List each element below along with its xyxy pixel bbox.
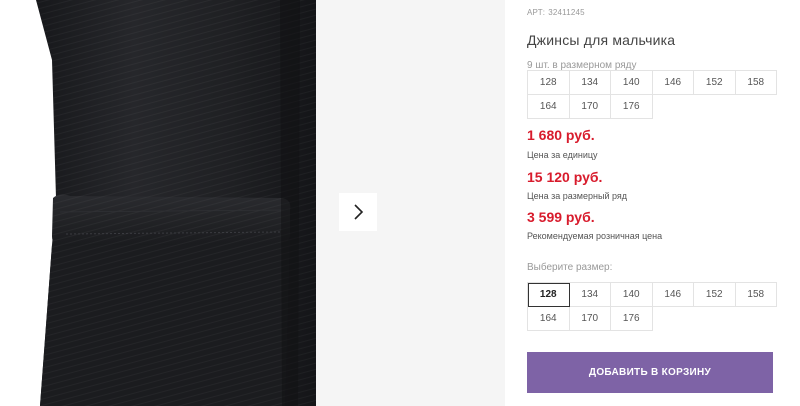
size-option[interactable]: 140 — [611, 283, 653, 307]
size-option[interactable]: 170 — [569, 307, 611, 331]
size-range-cell: 146 — [652, 71, 694, 95]
size-range-cell: 164 — [528, 95, 570, 119]
size-range-cell: 134 — [569, 71, 611, 95]
size-range-cell: 152 — [694, 71, 736, 95]
size-option[interactable]: 176 — [611, 307, 653, 331]
size-range-cell: 158 — [735, 71, 777, 95]
size-range-grid: 128 134 140 146 152 158 164 170 176 — [527, 70, 777, 119]
size-selector: 128 134 140 146 152 158 164 170 176 — [527, 282, 777, 331]
retail-price: 3 599 руб. — [527, 209, 595, 225]
choose-size-label: Выберите размер: — [527, 262, 613, 273]
retail-price-caption: Рекомендуемая розничная цена — [527, 231, 663, 241]
size-range-cell: 176 — [611, 95, 653, 119]
unit-price: 1 680 руб. — [527, 127, 595, 143]
article-value: 32411245 — [548, 8, 585, 17]
size-option[interactable]: 152 — [694, 283, 736, 307]
size-range-cell: 170 — [569, 95, 611, 119]
size-option[interactable]: 128 — [528, 283, 570, 307]
range-price: 15 120 руб. — [527, 169, 603, 185]
product-title: Джинсы для мальчика — [527, 32, 676, 48]
product-photo — [0, 0, 316, 406]
size-option[interactable]: 134 — [569, 283, 611, 307]
size-option[interactable]: 164 — [528, 307, 570, 331]
size-option[interactable]: 146 — [652, 283, 694, 307]
jeans-cuff-image — [36, 0, 316, 406]
article-label: АРТ: — [527, 8, 546, 17]
article-number: АРТ: 32411245 — [527, 8, 585, 17]
gallery-next-button[interactable] — [339, 193, 377, 231]
range-price-caption: Цена за размерный ряд — [527, 191, 628, 201]
size-option[interactable]: 158 — [735, 283, 777, 307]
product-gallery — [0, 0, 505, 406]
chevron-right-icon — [354, 204, 364, 220]
unit-price-caption: Цена за единицу — [527, 150, 598, 160]
size-range-cell: 140 — [611, 71, 653, 95]
add-to-cart-button[interactable]: ДОБАВИТЬ В КОРЗИНУ — [527, 352, 773, 393]
size-range-cell: 128 — [528, 71, 570, 95]
product-info-panel: АРТ: 32411245 Джинсы для мальчика 9 шт. в… — [527, 0, 777, 406]
